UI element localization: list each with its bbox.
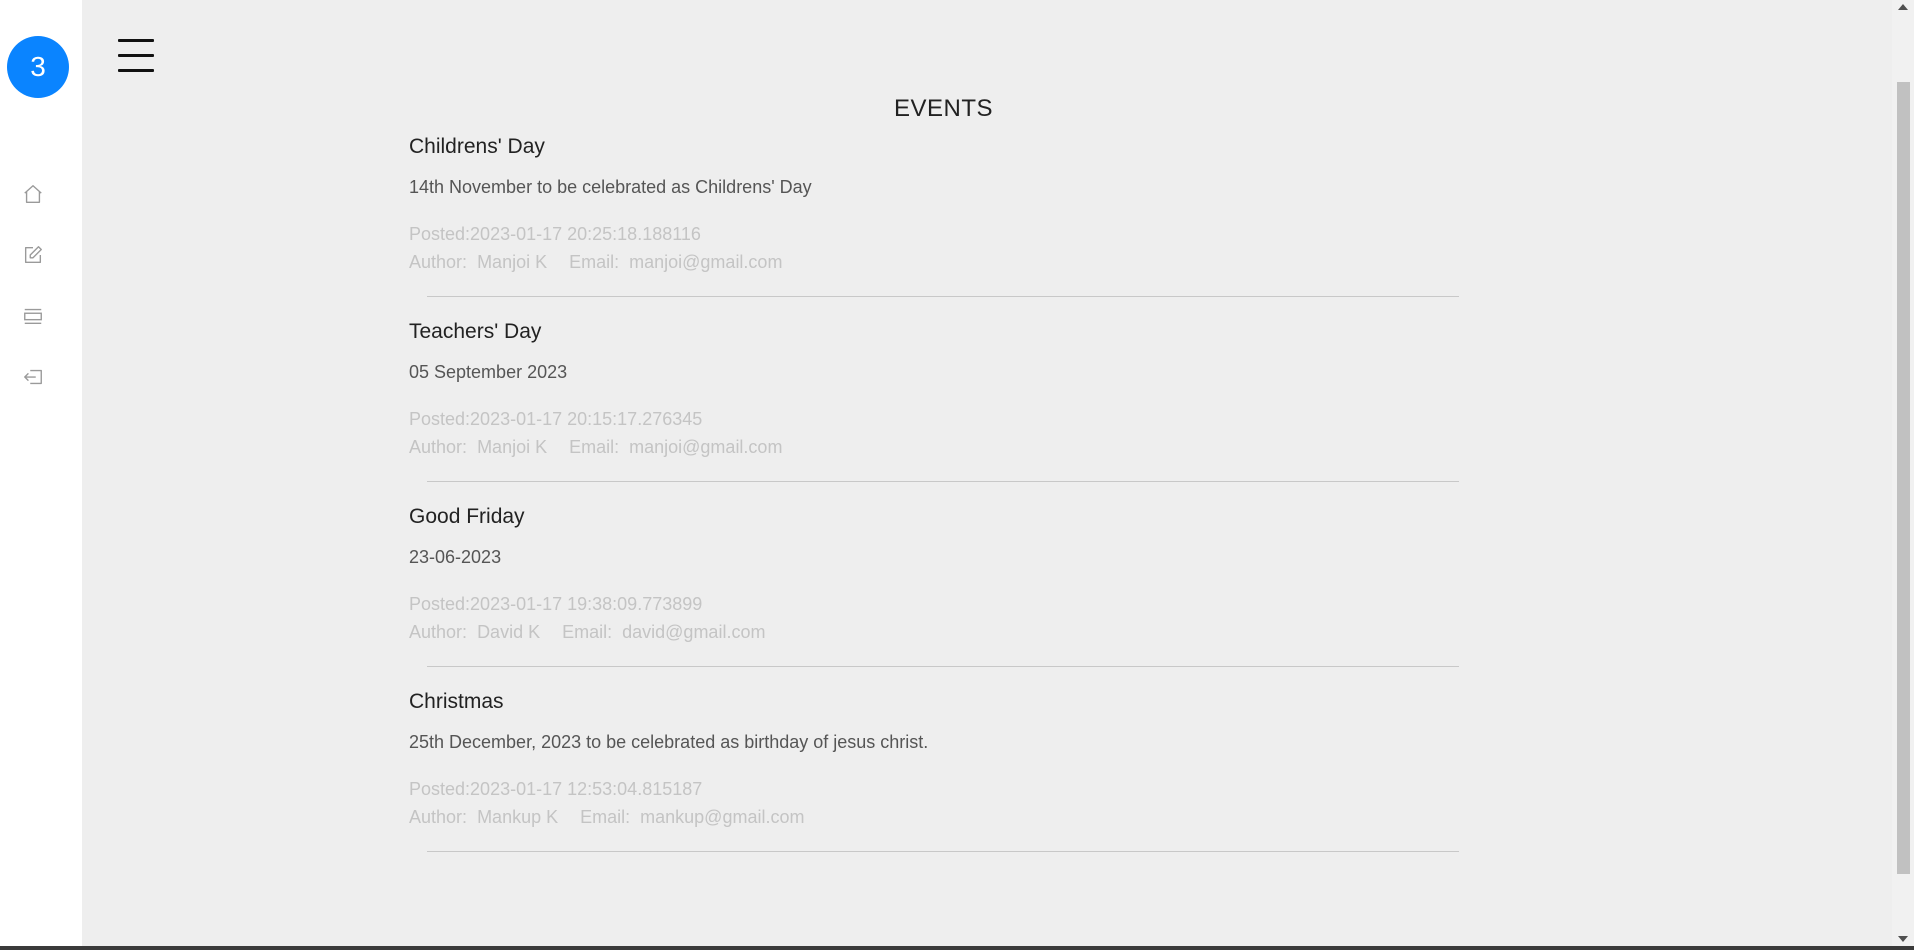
- event-title: Good Friday: [409, 505, 525, 528]
- event-posted: Posted:2023-01-17 19:38:09.773899: [409, 594, 702, 615]
- home-icon[interactable]: [20, 181, 46, 207]
- bottom-bar: [0, 946, 1914, 950]
- event-meta: Author: Mankup K Email: mankup@gmail.com: [409, 807, 804, 828]
- event-title: Childrens' Day: [409, 135, 545, 158]
- author-label: Author:: [409, 437, 468, 457]
- divider: [427, 851, 1459, 852]
- event-meta: Author: Manjoi K Email: manjoi@gmail.com: [409, 437, 782, 458]
- email-value: mankup@gmail.com: [640, 807, 805, 827]
- author-value: Manjoi K: [477, 437, 548, 457]
- menu-toggle-button[interactable]: [118, 39, 156, 75]
- posted-label: Posted:: [409, 224, 471, 244]
- page-title: EVENTS: [893, 95, 994, 122]
- posted-label: Posted:: [409, 594, 471, 614]
- posted-value: 2023-01-17 12:53:04.815187: [470, 779, 703, 799]
- email-value: david@gmail.com: [622, 622, 766, 642]
- posted-value: 2023-01-17 19:38:09.773899: [470, 594, 703, 614]
- event-description: 23-06-2023: [409, 547, 502, 567]
- scroll-thumb[interactable]: [1897, 82, 1910, 874]
- posted-label: Posted:: [409, 409, 471, 429]
- event-meta: Author: Manjoi K Email: manjoi@gmail.com: [409, 252, 782, 273]
- divider: [427, 666, 1459, 667]
- author-value: Manjoi K: [477, 252, 548, 272]
- event-item: Christmas 25th December, 2023 to be cele…: [409, 687, 1459, 872]
- edit-icon[interactable]: [20, 242, 46, 268]
- event-description: 05 September 2023: [409, 362, 568, 382]
- divider: [427, 296, 1459, 297]
- event-item: Teachers' Day 05 September 2023 Posted:2…: [409, 317, 1459, 502]
- posted-value: 2023-01-17 20:25:18.188116: [470, 224, 701, 244]
- scroll-down-icon[interactable]: [1898, 936, 1908, 942]
- sidebar: 3: [0, 0, 82, 946]
- scroll-up-icon[interactable]: [1898, 4, 1908, 10]
- event-title: Teachers' Day: [409, 320, 542, 343]
- email-label: Email:: [569, 437, 620, 457]
- hamburger-line: [118, 69, 154, 72]
- author-label: Author:: [409, 807, 468, 827]
- email-label: Email:: [569, 252, 620, 272]
- event-meta: Author: David K Email: david@gmail.com: [409, 622, 765, 643]
- author-label: Author:: [409, 622, 468, 642]
- email-value: manjoi@gmail.com: [629, 252, 783, 272]
- email-value: manjoi@gmail.com: [629, 437, 783, 457]
- hamburger-line: [118, 54, 154, 57]
- event-title: Christmas: [409, 690, 504, 713]
- logout-icon[interactable]: [20, 364, 46, 390]
- scrollbar[interactable]: [1892, 0, 1914, 946]
- email-label: Email:: [562, 622, 613, 642]
- event-description: 14th November to be celebrated as Childr…: [409, 177, 812, 197]
- hamburger-line: [118, 39, 154, 42]
- event-item: Good Friday 23-06-2023 Posted:2023-01-17…: [409, 502, 1459, 687]
- email-label: Email:: [580, 807, 631, 827]
- list-icon[interactable]: [20, 303, 46, 329]
- posted-value: 2023-01-17 20:15:17.276345: [470, 409, 703, 429]
- author-value: Mankup K: [477, 807, 559, 827]
- author-value: David K: [477, 622, 541, 642]
- notification-badge[interactable]: 3: [7, 36, 69, 98]
- event-posted: Posted:2023-01-17 20:25:18.188116: [409, 224, 701, 245]
- divider: [427, 481, 1459, 482]
- posted-label: Posted:: [409, 779, 471, 799]
- event-posted: Posted:2023-01-17 12:53:04.815187: [409, 779, 702, 800]
- events-list: Childrens' Day 14th November to be celeb…: [409, 132, 1459, 872]
- event-item: Childrens' Day 14th November to be celeb…: [409, 132, 1459, 317]
- event-posted: Posted:2023-01-17 20:15:17.276345: [409, 409, 702, 430]
- author-label: Author:: [409, 252, 468, 272]
- event-description: 25th December, 2023 to be celebrated as …: [409, 732, 929, 752]
